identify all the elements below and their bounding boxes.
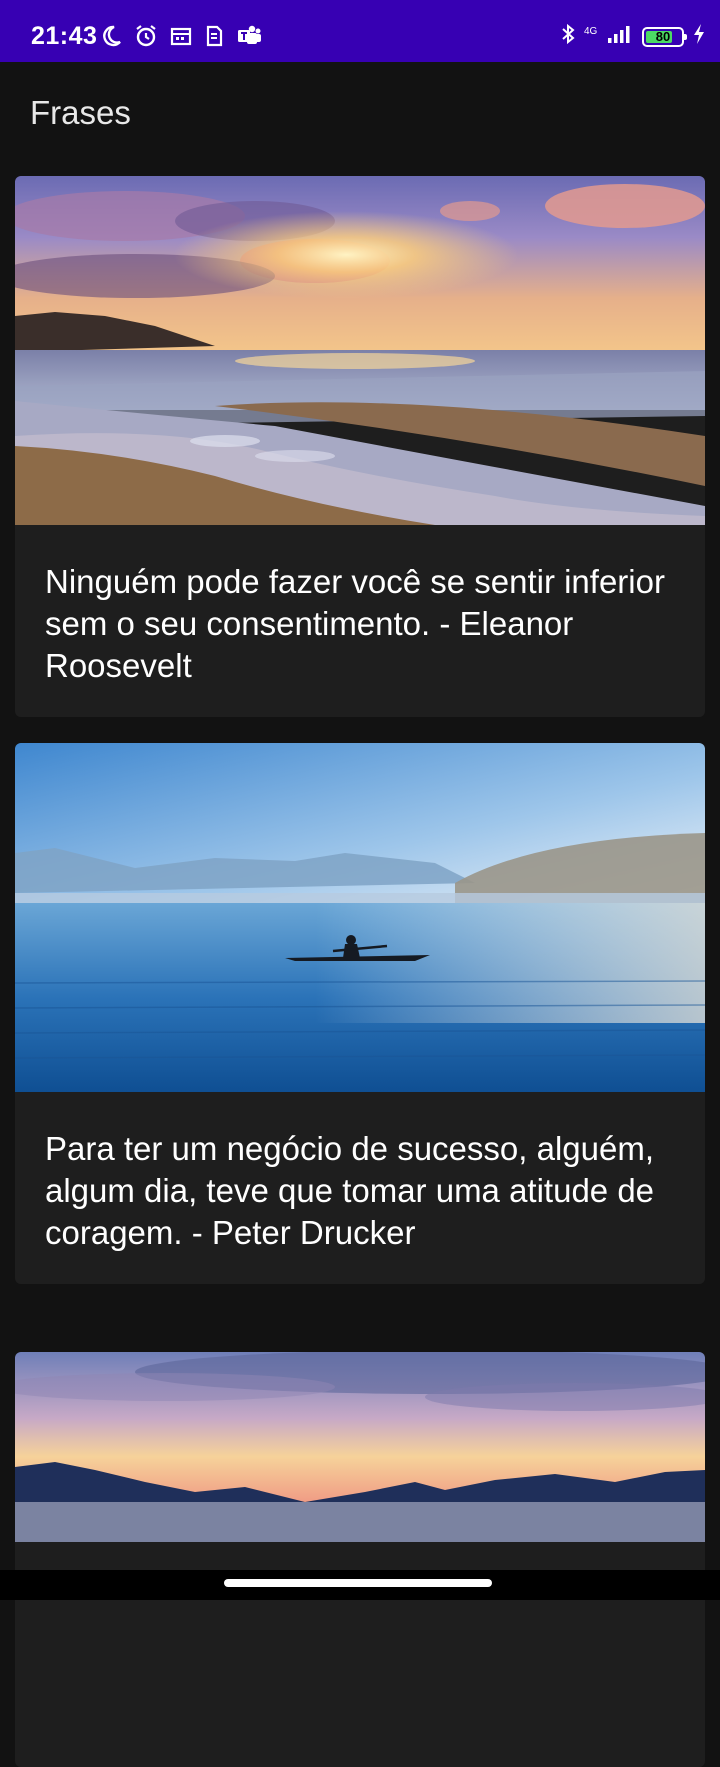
quote-card[interactable]: Para ter um negócio de sucesso, alguém, … <box>15 743 705 1284</box>
lake-kayak-image <box>15 743 705 1092</box>
home-gesture-handle[interactable] <box>224 1579 492 1587</box>
bluetooth-icon <box>560 22 576 51</box>
network-type-label: 4G <box>584 25 598 37</box>
notification-icons <box>100 24 262 48</box>
mountain-sunrise-image <box>15 1352 705 1542</box>
quote-card[interactable] <box>15 1352 705 1767</box>
signal-icon <box>606 24 634 49</box>
system-status-icons: 4G 80 <box>560 22 706 51</box>
moon-icon <box>100 25 122 47</box>
navigation-bar <box>0 1570 720 1600</box>
alarm-icon <box>134 24 158 48</box>
calendar-icon <box>170 25 192 47</box>
teams-icon <box>236 24 262 48</box>
status-bar: 21:43 4G 80 <box>0 0 720 62</box>
status-time: 21:43 <box>31 22 98 50</box>
quote-text <box>15 1701 705 1767</box>
page-title: Frases <box>30 94 131 131</box>
charging-icon <box>692 23 706 50</box>
beach-sunset-image <box>15 176 705 525</box>
sim-icon <box>204 25 224 47</box>
quote-text: Para ter um negócio de sucesso, alguém, … <box>45 1130 655 1251</box>
quote-card[interactable]: Ninguém pode fazer você se sentir inferi… <box>15 176 705 717</box>
battery-level-text: 80 <box>655 28 671 44</box>
quote-text: Ninguém pode fazer você se sentir inferi… <box>45 563 665 684</box>
battery-icon: 80 <box>642 26 687 47</box>
